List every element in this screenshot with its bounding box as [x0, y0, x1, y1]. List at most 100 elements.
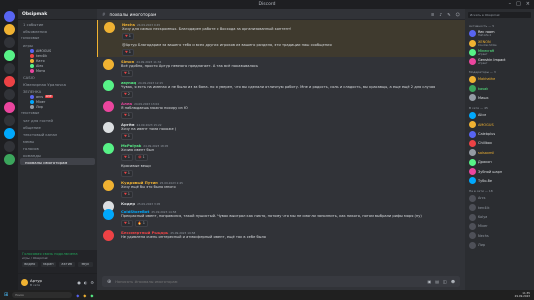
text-channel[interactable]: голосов — [18, 144, 97, 151]
message[interactable]: Алла 24.09.2023 13:04 Я наблюдаешь можно п… — [97, 99, 465, 120]
reaction-button[interactable]: ♥ 1 — [122, 48, 134, 56]
message-author[interactable]: Кодер 25.09.2023 3:05 — [121, 201, 457, 206]
gear-icon[interactable]: ⚙ — [90, 280, 94, 285]
voice-channel[interactable]: CASIO — [18, 73, 97, 80]
voice-category[interactable]: голосовые — [18, 34, 97, 41]
message-author[interactable]: Simon 24.09.2023 11:34 — [121, 59, 457, 64]
message[interactable]: Кодер 25.09.2023 3:05 — [97, 199, 465, 212]
channel-announcements[interactable]: объявления — [18, 27, 97, 34]
server-icon[interactable] — [3, 63, 15, 74]
member-item[interactable]: Зубной шарн — [465, 167, 534, 176]
avatar[interactable] — [103, 122, 114, 133]
member-item[interactable]: Arcs — [465, 194, 534, 203]
text-channel[interactable]: текстовый канал — [18, 130, 97, 137]
emoji-icon[interactable]: ☻ — [451, 279, 455, 284]
server-icon[interactable] — [3, 115, 15, 126]
message[interactable]: Артём 24.09.2023 15:22 Хочу на ивент тома … — [97, 120, 465, 141]
minimize-icon[interactable]: – — [509, 1, 512, 7]
text-channel[interactable]: мемы — [18, 137, 97, 144]
server-icon[interactable] — [3, 76, 15, 87]
reaction-button[interactable]: ♥ 1 — [121, 111, 133, 119]
pin-icon[interactable]: ✎ — [447, 12, 451, 17]
member-item[interactable]: Minecraft играет — [465, 48, 534, 57]
message[interactable]: Красивые вещи ♥ 1 — [97, 162, 465, 178]
member-item[interactable]: Chillbox — [465, 139, 534, 148]
member-item[interactable]: Rec room Half-Life 2 — [465, 29, 534, 38]
add-attachment-icon[interactable]: ⊕ — [107, 279, 111, 285]
server-icon[interactable] — [3, 102, 15, 113]
server-icon[interactable] — [3, 50, 15, 61]
gif-icon[interactable]: ▤ — [435, 279, 439, 284]
message[interactable]: Simon 24.09.2023 11:34 Всё удобно, просто … — [97, 57, 465, 78]
message[interactable]: zaynaq 24.09.2023 12:15 Чувак, я есть на и… — [97, 78, 465, 99]
close-icon[interactable]: × — [526, 1, 530, 7]
member-item[interactable]: AMOGUS — [465, 120, 534, 129]
member-item[interactable]: Лир — [465, 241, 534, 250]
avatar[interactable] — [103, 101, 114, 112]
voice-channel[interactable]: ЗЕЛЕНКА — [18, 87, 97, 94]
reaction-button[interactable]: ♥ 1 — [121, 153, 133, 161]
server-icon[interactable] — [3, 128, 15, 139]
add-server-icon[interactable] — [3, 154, 15, 165]
server-icon[interactable] — [3, 89, 15, 100]
avatar[interactable] — [103, 180, 114, 191]
member-item[interactable]: Kolya — [465, 212, 534, 221]
message[interactable]: Бессмертный Рыцарь 25.09.2023 19:58 Не уди… — [97, 228, 465, 241]
message-author[interactable]: Артём 24.09.2023 15:22 — [121, 122, 457, 127]
avatar[interactable] — [103, 230, 114, 241]
message-author[interactable]: Алла 24.09.2023 13:04 — [121, 101, 457, 106]
app-icon[interactable]: ◆ — [76, 293, 79, 298]
bell-icon[interactable]: ♪ — [439, 12, 442, 17]
video-button[interactable]: видео — [22, 262, 38, 267]
reaction-button[interactable]: ♥ 1 — [121, 219, 133, 227]
server-icon[interactable] — [3, 37, 15, 48]
members-icon[interactable]: ☺ — [456, 12, 460, 17]
member-item[interactable]: ken4ik — [465, 203, 534, 212]
microphone-icon[interactable]: ● — [77, 280, 81, 285]
avatar[interactable] — [103, 59, 114, 70]
message-author[interactable]: McPolyak 24.09.2023 18:05 — [121, 143, 457, 148]
text-channel[interactable]: команды — [18, 151, 97, 158]
message[interactable]: ColdStoreBot 25.09.2023 14:58 Прекрасный и… — [97, 207, 465, 228]
server-icon[interactable] — [3, 141, 15, 152]
windows-start-icon[interactable]: ⊞ — [4, 292, 8, 298]
soundboard-button[interactable]: звук — [77, 262, 93, 267]
message-list[interactable]: Nechs 24.09.2023 9:45 Хочу для самых нескр… — [97, 20, 465, 274]
text-channel[interactable]: общение — [18, 123, 97, 130]
message[interactable]: @Артур Благодарим за вашего тебя и всех … — [97, 41, 465, 57]
member-item[interactable]: Мишк — [465, 93, 534, 102]
member-item[interactable]: Alice — [465, 111, 534, 120]
avatar[interactable] — [104, 22, 115, 33]
message-author[interactable]: Nechs 24.09.2023 9:45 — [122, 22, 457, 27]
member-item[interactable]: Makhathe — [465, 75, 534, 84]
message-input[interactable] — [115, 279, 424, 284]
sticker-icon[interactable]: ◫ — [443, 279, 447, 284]
member-item[interactable]: Genshin Impact играет — [465, 57, 534, 66]
reaction-button[interactable]: ♥ 1 — [121, 132, 133, 140]
message[interactable]: Кудрявый Путин 25.09.2023 2:45 Хочу ещё бы… — [97, 178, 465, 199]
reaction-button[interactable]: ♥ 1 — [121, 190, 133, 198]
avatar[interactable] — [103, 209, 114, 220]
member-item[interactable]: XENON Counter-Strike — [465, 38, 534, 47]
avatar[interactable] — [21, 278, 28, 286]
reaction-button[interactable]: ♥ 1 — [121, 169, 133, 177]
text-channel[interactable]: чат для гостей — [18, 116, 97, 123]
gift-icon[interactable]: ▣ — [427, 279, 431, 284]
member-item[interactable]: Nechs — [465, 231, 534, 240]
screen-share-button[interactable]: экран — [40, 262, 56, 267]
avatar[interactable] — [103, 80, 114, 91]
member-item[interactable]: salsaxmil — [465, 148, 534, 157]
server-icon[interactable] — [3, 24, 15, 35]
app-icon[interactable]: ◆ — [90, 293, 93, 298]
message[interactable]: McPolyak 24.09.2023 18:05 Хочию ивент был ♥… — [97, 141, 465, 162]
guild-name[interactable]: Obsipmak — [18, 9, 97, 20]
member-item[interactable]: Тубо-бе — [465, 176, 534, 185]
text-category[interactable]: текстовые — [18, 109, 97, 116]
reaction-button[interactable]: ♥ 2 — [121, 90, 133, 98]
reaction-button[interactable]: 🔥 1 — [134, 219, 148, 227]
voice-channel-games[interactable]: игры — [18, 41, 97, 48]
threads-icon[interactable]: ≡ — [431, 12, 435, 17]
message-author[interactable]: Бессмертный Рыцарь 25.09.2023 19:58 — [121, 230, 457, 235]
member-item[interactable]: Mixer — [465, 222, 534, 231]
text-channel-active[interactable]: похвалы имоготорам — [20, 158, 95, 165]
